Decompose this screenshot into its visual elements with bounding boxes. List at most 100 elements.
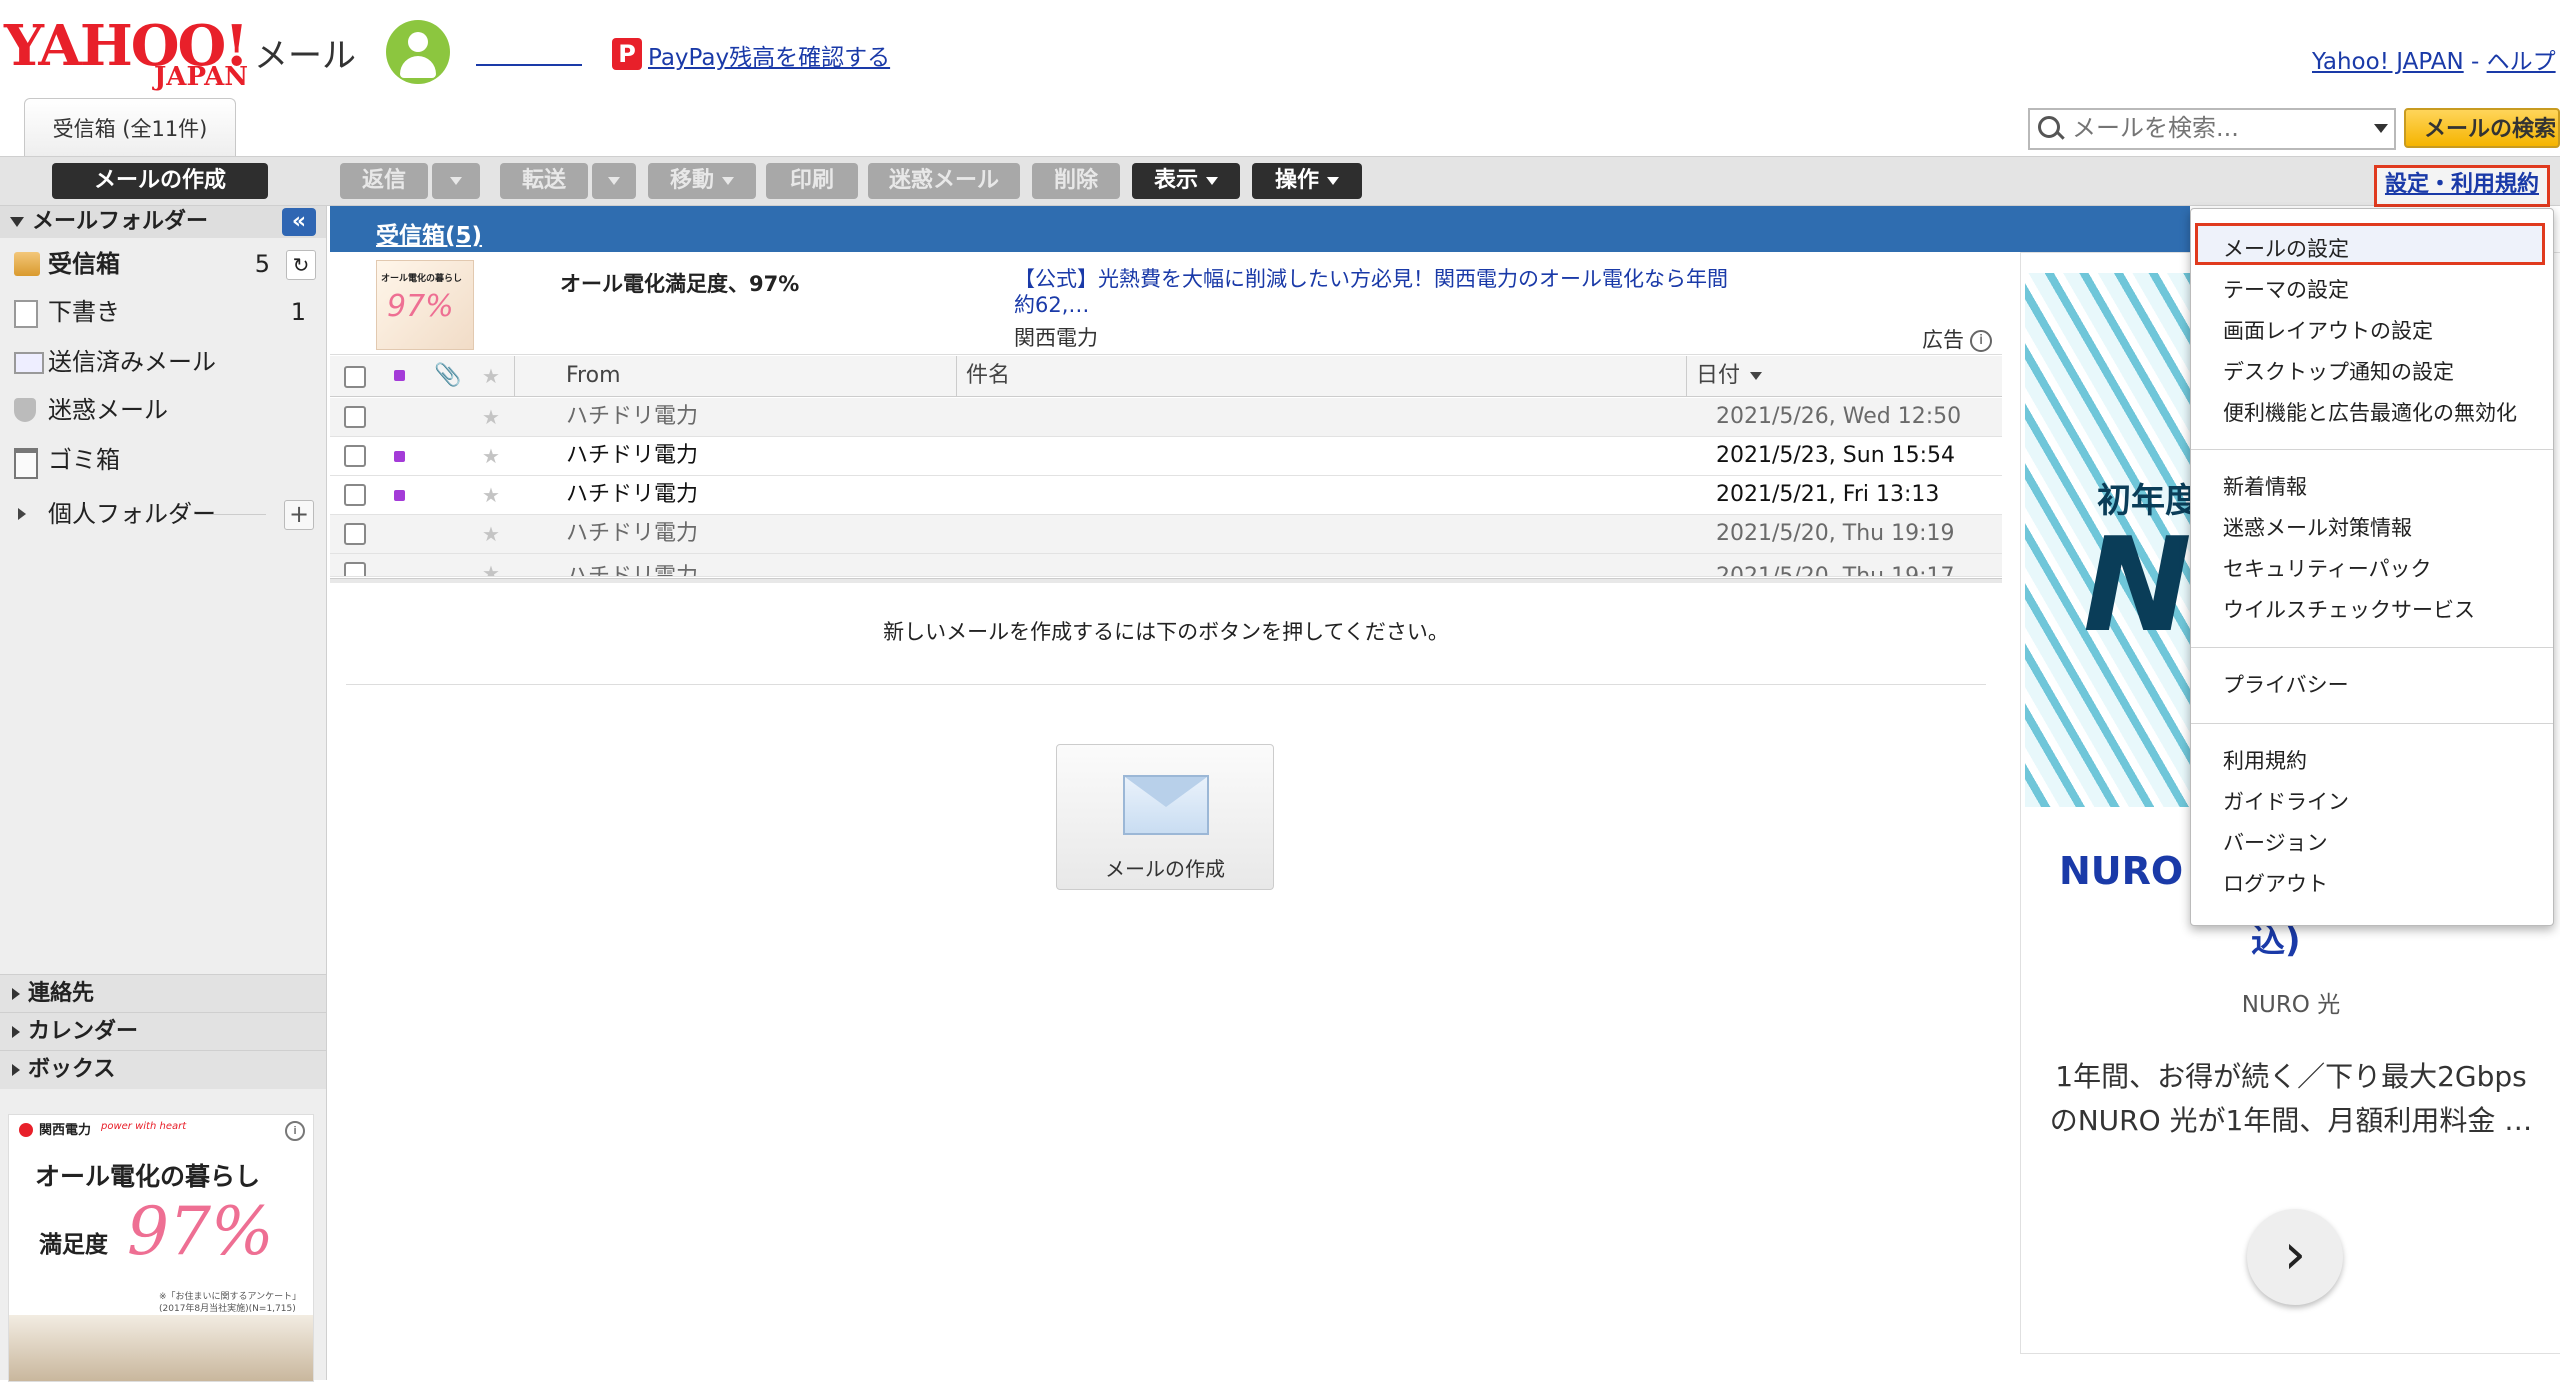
- inbox-title-link[interactable]: 受信箱(5): [376, 216, 482, 250]
- row-checkbox[interactable]: [344, 523, 366, 545]
- sidebar-ad[interactable]: 関西電力 power with heart i オール電化の暮らし 満足度 97…: [8, 1114, 314, 1382]
- row-from: ハチドリ電力: [566, 482, 699, 507]
- username-link[interactable]: [476, 36, 582, 66]
- sidebar-item-label: 個人フォルダー: [48, 500, 216, 528]
- menu-item-terms[interactable]: 利用規約: [2223, 745, 2307, 775]
- table-row[interactable]: ★ ハチドリ電力 2021/5/20, Thu 19:17: [330, 554, 2002, 577]
- sidebar-item-drafts[interactable]: 下書き 1: [0, 288, 326, 336]
- avatar[interactable]: [386, 20, 450, 84]
- delete-button[interactable]: 削除: [1032, 163, 1120, 199]
- menu-item-logout[interactable]: ログアウト: [2223, 868, 2328, 898]
- refresh-icon[interactable]: ↻: [286, 250, 316, 280]
- menu-item-layout-settings[interactable]: 画面レイアウトの設定: [2223, 315, 2433, 345]
- yahoo-japan-link[interactable]: Yahoo! JAPAN: [2312, 49, 2464, 75]
- compose-button[interactable]: メールの作成: [52, 163, 268, 199]
- move-button[interactable]: 移動: [648, 163, 756, 199]
- star-icon[interactable]: ★: [482, 476, 500, 514]
- row-checkbox[interactable]: [344, 484, 366, 506]
- chevron-down-icon: [722, 177, 734, 185]
- ad-percent: 97%: [127, 1193, 274, 1270]
- sidebar-item-spam[interactable]: 迷惑メール: [0, 386, 326, 434]
- menu-item-theme-settings[interactable]: テーマの設定: [2223, 274, 2349, 304]
- unread-flag-icon[interactable]: [394, 490, 405, 501]
- row-date: 2021/5/21, Fri 13:13: [1716, 482, 1940, 507]
- paypay-balance-link[interactable]: PayPay残高を確認する: [648, 38, 890, 72]
- menu-item-desktop-notification[interactable]: デスクトップ通知の設定: [2223, 356, 2454, 386]
- sidebar-item-label: 下書き: [48, 298, 120, 326]
- print-button[interactable]: 印刷: [766, 163, 858, 199]
- search-box[interactable]: [2028, 108, 2396, 150]
- row-checkbox[interactable]: [344, 406, 366, 428]
- unread-flag-icon[interactable]: [394, 451, 405, 462]
- spam-button[interactable]: 迷惑メール: [868, 163, 1020, 199]
- search-input[interactable]: [2070, 110, 2364, 146]
- select-all-checkbox[interactable]: [344, 366, 366, 388]
- menu-item-disable-features[interactable]: 便利機能と広告最適化の無効化: [2223, 397, 2517, 427]
- menu-item-spam-info[interactable]: 迷惑メール対策情報: [2223, 512, 2412, 542]
- star-icon[interactable]: ★: [482, 515, 500, 553]
- add-folder-button[interactable]: +: [284, 500, 314, 530]
- ad-description: 1年間、お得が続く／下り最大2Gbps のNURO 光が1年間、月額利用料金 …: [2049, 1060, 2533, 1137]
- reply-button[interactable]: 返信: [340, 163, 428, 199]
- forward-dropdown-button[interactable]: [592, 163, 636, 199]
- ad-brand-name: NURO 光: [2241, 992, 2341, 1018]
- column-subject[interactable]: 件名: [966, 356, 1010, 396]
- star-icon[interactable]: ★: [482, 437, 500, 475]
- menu-item-virus-check[interactable]: ウイルスチェックサービス: [2223, 594, 2475, 624]
- chevron-right-icon[interactable]: ›: [2247, 1209, 2343, 1305]
- sidebar-item-sent[interactable]: 送信済みメール: [0, 338, 326, 386]
- menu-item-privacy[interactable]: プライバシー: [2223, 669, 2349, 699]
- sidebar-section-calendar[interactable]: カレンダー: [0, 1012, 326, 1051]
- table-row[interactable]: ★ ハチドリ電力 2021/5/26, Wed 12:50: [330, 398, 2002, 437]
- folder-section-label: メールフォルダー: [32, 209, 209, 234]
- menu-item-mail-settings[interactable]: メールの設定: [2223, 233, 2349, 263]
- column-date-label: 日付: [1696, 363, 1741, 388]
- menu-item-news[interactable]: 新着情報: [2223, 471, 2307, 501]
- menu-item-guidelines[interactable]: ガイドライン: [2223, 786, 2349, 816]
- ad-label-text: 広告: [1922, 328, 1964, 352]
- collapse-sidebar-button[interactable]: «: [282, 208, 316, 236]
- forward-button[interactable]: 転送: [500, 163, 588, 199]
- chevron-down-icon[interactable]: [2374, 124, 2388, 133]
- ad-thumb-text: オール電化の暮らし: [381, 274, 463, 284]
- ad-sender: 関西電力: [1014, 326, 1098, 350]
- sidebar-item-personal-folders[interactable]: 個人フォルダー +: [0, 490, 326, 538]
- reply-dropdown-button[interactable]: [432, 163, 480, 199]
- table-row[interactable]: ★ ハチドリ電力 2021/5/20, Thu 19:19: [330, 515, 2002, 554]
- table-row[interactable]: ★ ハチドリ電力 2021/5/21, Fri 13:13: [330, 476, 2002, 515]
- compose-large-button[interactable]: メールの作成: [1056, 744, 1274, 890]
- attachment-icon[interactable]: 📎: [434, 356, 461, 396]
- ad-subject-link[interactable]: 【公式】光熱費を大幅に削減したい方必見！関西電力のオール電化なら年間約62,…: [1014, 266, 1734, 318]
- menu-item-security-pack[interactable]: セキュリティーパック: [2223, 553, 2432, 583]
- row-from: ハチドリ電力: [566, 404, 699, 429]
- column-date[interactable]: 日付: [1696, 356, 1763, 396]
- view-button[interactable]: 表示: [1132, 163, 1240, 199]
- action-button[interactable]: 操作: [1252, 163, 1362, 199]
- help-link[interactable]: ヘルプ: [2487, 49, 2556, 75]
- sidebar-item-inbox[interactable]: 受信箱 5 ↻: [0, 240, 326, 288]
- chevron-down-icon: [450, 177, 462, 185]
- sidebar-section-box[interactable]: ボックス: [0, 1050, 326, 1089]
- yahoo-japan-logo[interactable]: YAHOO! JAPAN: [4, 18, 250, 92]
- sidebar-section-contacts[interactable]: 連絡先: [0, 974, 326, 1013]
- ad-thumb-percent: 97%: [387, 289, 454, 324]
- row-checkbox[interactable]: [344, 445, 366, 467]
- star-icon[interactable]: ★: [482, 356, 500, 396]
- tab-inbox[interactable]: 受信箱 (全11件): [24, 98, 236, 157]
- menu-item-version[interactable]: バージョン: [2223, 827, 2328, 857]
- table-row[interactable]: ★ ハチドリ電力 2021/5/23, Sun 15:54: [330, 437, 2002, 476]
- ad-mail-row[interactable]: オール電化の暮らし 97% オール電化満足度、97% 【公式】光熱費を大幅に削減…: [330, 254, 2002, 355]
- expand-triangle-icon: [12, 1026, 20, 1038]
- unread-flag-icon[interactable]: [394, 370, 405, 381]
- row-checkbox[interactable]: [344, 562, 366, 576]
- folder-section-header[interactable]: メールフォルダー «: [0, 206, 326, 238]
- ad-label[interactable]: 広告 i: [1922, 324, 1992, 354]
- chevron-down-icon: [1327, 177, 1339, 185]
- star-icon[interactable]: ★: [482, 554, 500, 576]
- mail-search-button[interactable]: メールの検索: [2404, 108, 2560, 148]
- star-icon[interactable]: ★: [482, 398, 500, 436]
- sidebar-item-trash[interactable]: ゴミ箱: [0, 436, 326, 484]
- settings-terms-link[interactable]: 設定・利用規約: [2373, 165, 2550, 207]
- column-from[interactable]: From: [566, 356, 621, 396]
- info-icon[interactable]: i: [285, 1121, 305, 1141]
